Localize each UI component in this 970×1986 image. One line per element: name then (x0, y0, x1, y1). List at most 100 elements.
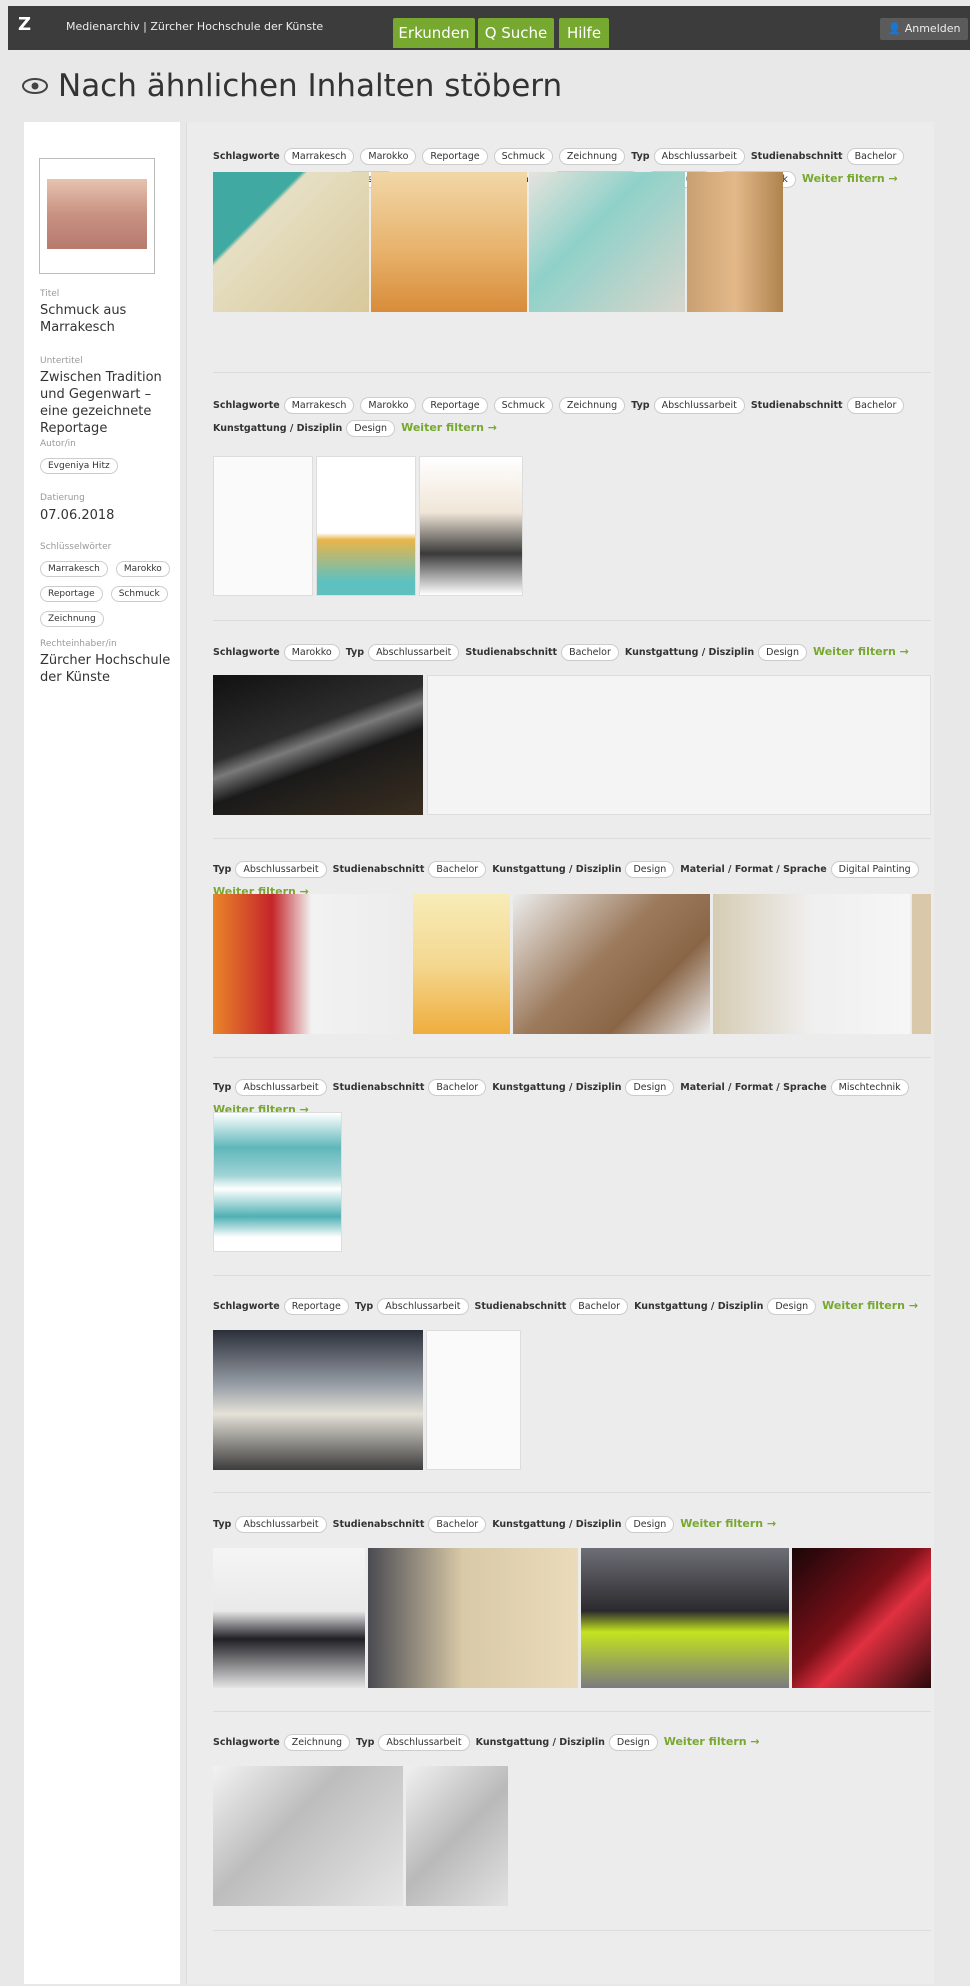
logo[interactable]: Z (18, 14, 31, 35)
filter-bar: Schlagworte Marokko Typ Abschlussarbeit Stud… (213, 641, 931, 664)
filter-value-tag[interactable]: Marrakesch (283, 397, 355, 414)
thumbnail-image[interactable] (413, 894, 510, 1034)
filter-value-tag[interactable]: Abschlussarbeit (368, 644, 460, 661)
more-filter-link[interactable]: Weiter filtern → (822, 1299, 918, 1312)
date-label: Datierung (40, 493, 85, 503)
more-filter-link[interactable]: Weiter filtern → (813, 645, 909, 658)
filter-key: Typ (631, 400, 650, 411)
more-filter-link[interactable]: Weiter filtern → (680, 1517, 776, 1530)
more-filter-link[interactable]: Weiter filtern → (664, 1735, 760, 1748)
thumbnail-image[interactable] (213, 1548, 365, 1688)
filter-value-tag[interactable]: Bachelor (561, 644, 619, 661)
filter-value-tag[interactable]: Zeichnung (283, 1734, 351, 1751)
filter-value-tag[interactable]: Design (625, 1079, 675, 1096)
filter-value-tag[interactable]: Zeichnung (558, 148, 626, 165)
filter-value-tag[interactable]: Marrakesch (283, 148, 355, 165)
nav-search[interactable]: Q Suche (478, 18, 554, 48)
thumbnail-image[interactable] (581, 1548, 789, 1688)
filter-key: Kunstgattung / Disziplin (634, 1301, 764, 1312)
thumbnail-image[interactable] (213, 172, 369, 312)
thumbnail-image[interactable] (912, 894, 931, 1034)
filter-value-tag[interactable]: Schmuck (493, 148, 553, 165)
filter-value-tag[interactable]: Bachelor (570, 1298, 629, 1315)
brand-title[interactable]: Medienarchiv | Zürcher Hochschule der Kü… (66, 20, 323, 33)
more-filter-link[interactable]: Weiter filtern → (802, 172, 898, 185)
filter-value-tag[interactable]: Bachelor (428, 1516, 487, 1533)
filter-value-tag[interactable]: Digital Painting (830, 861, 919, 878)
page-title: Nach ähnlichen Inhalten stöbern (58, 68, 563, 104)
thumbnail-image[interactable] (687, 172, 783, 312)
filter-value-tag[interactable]: Design (346, 420, 396, 437)
filter-value-tag[interactable]: Design (625, 861, 675, 878)
filter-value-tag[interactable]: Marokko (283, 644, 340, 661)
thumbnail-image[interactable] (419, 456, 523, 596)
filter-key: Kunstgattung / Disziplin (213, 423, 343, 434)
thumbnail-image[interactable] (406, 1766, 508, 1906)
thumbnail-image[interactable] (529, 172, 685, 312)
filter-bar: Schlagworte Reportage Typ Abschlussarbeit St… (213, 1295, 931, 1318)
author-label: Autor/in (40, 439, 76, 449)
page-heading: Nach ähnlichen Inhalten stöbern (22, 68, 562, 104)
filter-value-tag[interactable]: Design (608, 1734, 658, 1751)
keywords-label: Schlüsselwörter (40, 542, 112, 552)
filter-value-tag[interactable]: Reportage (283, 1298, 349, 1315)
author-tag[interactable]: Evgeniya Hitz (40, 458, 118, 474)
filter-value-tag[interactable]: Abschlussarbeit (378, 1734, 470, 1751)
thumbnail-image[interactable] (213, 1766, 403, 1906)
rights-value: Zürcher Hochschule der Künste (40, 653, 171, 685)
thumbnail-image[interactable] (792, 1548, 931, 1688)
filter-value-tag[interactable]: Marokko (360, 148, 417, 165)
filter-value-tag[interactable]: Abschlussarbeit (235, 1516, 327, 1533)
filter-key: Kunstgattung / Disziplin (492, 1519, 622, 1530)
filter-key: Schlagworte (213, 400, 280, 411)
filter-value-tag[interactable]: Zeichnung (558, 397, 626, 414)
thumbnail-image[interactable] (213, 456, 313, 596)
keyword-tag[interactable]: Marokko (115, 561, 170, 577)
filter-value-tag[interactable]: Reportage (422, 148, 488, 165)
filter-bar: Schlagworte Marrakesch Marokko Reportage Sch… (213, 395, 931, 440)
filter-value-tag[interactable]: Design (767, 1298, 817, 1315)
filter-value-tag[interactable]: Abschlussarbeit (235, 861, 327, 878)
keyword-tag[interactable]: Schmuck (110, 586, 168, 602)
nav-help[interactable]: Hilfe (559, 18, 609, 48)
thumbnail-image[interactable] (513, 894, 710, 1034)
thumbnail-image[interactable] (427, 675, 931, 815)
filter-value-tag[interactable]: Mischtechnik (830, 1079, 909, 1096)
filter-value-tag[interactable]: Reportage (422, 397, 488, 414)
filter-value-tag[interactable]: Bachelor (846, 148, 905, 165)
filter-key: Typ (356, 1737, 375, 1748)
filter-value-tag[interactable]: Abschlussarbeit (235, 1079, 327, 1096)
filter-value-tag[interactable]: Abschlussarbeit (653, 148, 745, 165)
filter-value-tag[interactable]: Design (625, 1516, 675, 1533)
filter-value-tag[interactable]: Bachelor (428, 1079, 487, 1096)
sidebar: Titel Schmuck aus Marrakesch Untertitel … (24, 122, 180, 1984)
filter-value-tag[interactable]: Schmuck (493, 397, 553, 414)
filter-value-tag[interactable]: Marokko (360, 397, 417, 414)
date-value: 07.06.2018 (40, 508, 115, 523)
keyword-tag[interactable]: Marrakesch (40, 561, 108, 577)
filter-key: Typ (631, 151, 650, 162)
thumbnail-image[interactable] (213, 675, 423, 815)
thumbnail-image[interactable] (213, 1330, 423, 1470)
main-panel: Schlagworte Marrakesch Marokko Reportage Sch… (186, 122, 934, 1984)
thumbnail-image[interactable] (213, 894, 410, 1034)
filter-value-tag[interactable]: Design (758, 644, 807, 661)
thumbnail-image[interactable] (368, 1548, 578, 1688)
subtitle-value: Zwischen Tradition und Gegenwart – eine … (40, 370, 162, 436)
more-filter-link[interactable]: Weiter filtern → (401, 421, 497, 434)
thumbnail-image[interactable] (713, 894, 910, 1034)
filter-value-tag[interactable]: Abschlussarbeit (377, 1298, 469, 1315)
thumbnail-image[interactable] (371, 172, 527, 312)
keyword-tag[interactable]: Zeichnung (40, 611, 104, 627)
thumbnail-image[interactable] (426, 1330, 521, 1470)
filter-value-tag[interactable]: Bachelor (846, 397, 905, 414)
filter-value-tag[interactable]: Abschlussarbeit (653, 397, 745, 414)
keyword-tag[interactable]: Reportage (40, 586, 103, 602)
filter-key: Schlagworte (213, 647, 280, 658)
filter-value-tag[interactable]: Bachelor (428, 861, 487, 878)
nav-explore[interactable]: Erkunden (393, 18, 475, 48)
entry-thumbnail[interactable] (39, 158, 155, 274)
thumbnail-image[interactable] (213, 1112, 342, 1252)
login-button[interactable]: 👤 Anmelden (880, 18, 968, 40)
thumbnail-image[interactable] (316, 456, 416, 596)
